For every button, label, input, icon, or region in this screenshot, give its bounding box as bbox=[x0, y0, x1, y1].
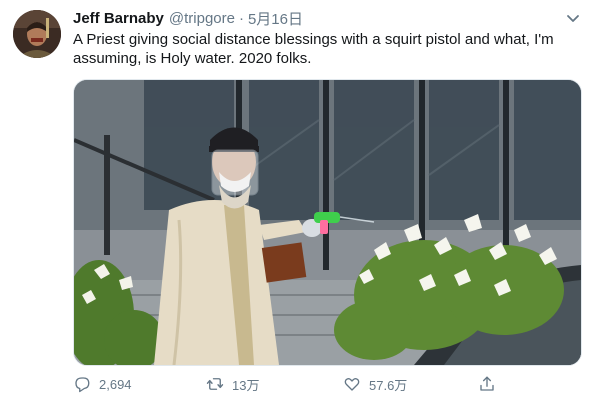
avatar-image bbox=[13, 10, 61, 58]
share-button[interactable] bbox=[478, 372, 504, 396]
share-icon bbox=[480, 376, 494, 391]
chevron-down-icon[interactable] bbox=[565, 10, 581, 26]
tweet-actions: 2,694 13万 57.6万 bbox=[73, 372, 513, 396]
retweet-icon bbox=[206, 378, 224, 390]
author-name[interactable]: Jeff Barnaby bbox=[73, 10, 164, 27]
reply-icon bbox=[75, 377, 90, 393]
tweet-photo[interactable] bbox=[73, 79, 582, 366]
tweet-card[interactable]: Jeff Barnaby @tripgore · 5月16日 A Priest … bbox=[0, 0, 595, 412]
tweet-date[interactable]: 5月16日 bbox=[248, 8, 303, 29]
reply-count: 2,694 bbox=[99, 376, 132, 392]
author-handle[interactable]: @tripgore bbox=[169, 10, 235, 27]
reply-button[interactable]: 2,694 bbox=[73, 372, 132, 396]
tweet-header: Jeff Barnaby @tripgore · 5月16日 bbox=[73, 8, 583, 28]
heart-icon bbox=[344, 377, 360, 391]
separator-dot: · bbox=[238, 9, 244, 27]
author-avatar[interactable] bbox=[13, 10, 61, 58]
tweet-text: A Priest giving social distance blessing… bbox=[73, 31, 554, 67]
priest-photo-image bbox=[74, 80, 581, 365]
retweet-button[interactable]: 13万 bbox=[206, 372, 259, 396]
like-button[interactable]: 57.6万 bbox=[343, 372, 407, 396]
retweet-count: 13万 bbox=[232, 377, 260, 393]
like-count: 57.6万 bbox=[369, 377, 408, 393]
